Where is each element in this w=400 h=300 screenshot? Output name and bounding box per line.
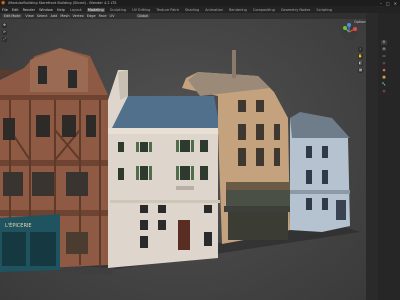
workspace-tab-geometry-nodes[interactable]: Geometry Nodes [280,8,312,12]
properties-tab-tool[interactable]: ⚙ [381,40,387,45]
grid-icon[interactable]: ▦ [358,68,363,73]
properties-tab-object[interactable]: ■ [381,75,387,80]
gizmo-z-axis [347,23,351,27]
window-title: \ModularBuilding Storefront Building (Sl… [8,1,117,5]
top-bar: File Edit Render Window Help Layout Mode… [0,6,400,13]
properties-tab-material[interactable]: ◍ [381,89,387,94]
workspace-tab-sculpting[interactable]: Sculpting [109,8,127,12]
header-face-menu[interactable]: Face [99,14,107,18]
scene-render: L'ÉPICERIE [0,48,360,275]
menu-file[interactable]: File [2,8,8,12]
header-edge-menu[interactable]: Edge [87,14,96,18]
minimize-icon[interactable]: – [380,1,382,6]
pale-blue-house [290,112,350,232]
rotate-tool-icon[interactable]: ⟳ [2,30,7,35]
workspace-tab-scripting[interactable]: Scripting [315,8,333,12]
workspace-tab-animation[interactable]: Animation [204,8,224,12]
3d-viewport[interactable]: L'ÉPICERIE ✥ ⟳ ⤢ ⌕ ✋ ◧ ▦ [0,19,366,300]
mode-select[interactable]: Edit Mode [2,14,23,18]
menu-window[interactable]: Window [39,8,53,12]
shop-sign: L'ÉPICERIE [5,221,32,229]
workspace-tab-shading[interactable]: Shading [184,8,200,12]
maximize-icon[interactable]: □ [386,1,390,6]
properties-tab-world[interactable]: ● [381,68,387,73]
timber-building [0,48,108,272]
menu-edit[interactable]: Edit [12,8,19,12]
properties-tab-output[interactable]: ▭ [381,54,387,59]
header-mesh-menu[interactable]: Mesh [60,14,69,18]
blender-logo-icon: ◉ [1,0,6,6]
properties-tab-scene[interactable]: ◇ [381,61,387,66]
close-icon[interactable]: ✕ [394,1,397,6]
navigation-gizmo[interactable] [340,23,358,41]
transform-orientation-select[interactable]: Global [135,14,151,18]
header-select-menu[interactable]: Select [37,14,48,18]
white-house [108,70,220,268]
gizmo-x-axis [353,27,357,31]
workspace-tab-modeling[interactable]: Modeling [86,7,105,12]
gizmo-y-axis [343,26,347,30]
menu-render[interactable]: Render [23,8,35,12]
menu-help[interactable]: Help [57,8,65,12]
header-view-menu[interactable]: View [25,14,33,18]
workspace-tab-uv-editing[interactable]: UV Editing [131,8,151,12]
window-controls: – □ ✕ [380,1,400,6]
viewport-sidebar-tabs [366,13,378,300]
workspace-tab-rendering[interactable]: Rendering [228,8,248,12]
workspace-tab-texture-paint[interactable]: Texture Paint [155,8,180,12]
properties-tab-modifiers[interactable]: 🔧 [381,82,387,87]
header-add-menu[interactable]: Add [51,14,58,18]
zoom-icon[interactable]: ⌕ [358,47,363,52]
properties-tab-render[interactable]: ▤ [381,47,387,52]
camera-icon[interactable]: ◧ [358,61,363,66]
move-tool-icon[interactable]: ✥ [2,23,7,28]
workspace-tab-layout[interactable]: Layout [69,8,83,12]
workspace-tab-compositing[interactable]: Compositing [252,8,276,12]
hand-icon[interactable]: ✋ [358,54,363,59]
header-vertex-menu[interactable]: Vertex [73,14,84,18]
scale-tool-icon[interactable]: ⤢ [2,37,7,42]
header-uv-menu[interactable]: UV [110,14,115,18]
